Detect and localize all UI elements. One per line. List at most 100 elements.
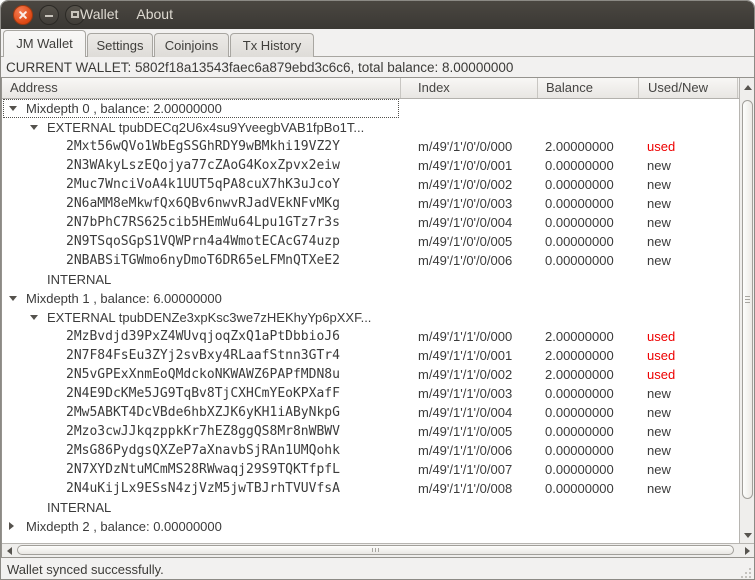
tab-bar: JM Wallet Settings Coinjoins Tx History — [1, 29, 754, 57]
tree-row[interactable]: Mixdepth 1 , balance: 6.00000000 — [2, 289, 739, 308]
address-cell: 2N3WAkyLszEQojya77cZAoG4KoxZpvx2eiw — [2, 156, 401, 175]
resize-grip[interactable] — [739, 566, 751, 578]
address-text: 2Mw5ABKT4DcVBde6hbXZJK6yKH1iAByNkpG — [66, 405, 340, 420]
vertical-scrollbar[interactable] — [739, 78, 754, 543]
index-cell: m/49'/1'/0'/0/001 — [418, 158, 513, 173]
wallet-window: Wallet About JM Wallet Settings Coinjoin… — [0, 0, 755, 580]
tab-settings[interactable]: Settings — [87, 33, 153, 57]
minimize-icon — [45, 15, 53, 17]
tree-row[interactable]: 2Mzo3cwJJkqzppkKr7hEZ8ggQS8Mr8nWBWV m/49'… — [2, 422, 739, 441]
minimize-button[interactable] — [39, 5, 59, 25]
used-new-cell: new — [647, 234, 671, 249]
tree-row[interactable]: 2N6aMM8eMkwfQx6QBv6nwvRJadVEkNFvMKg m/49'… — [2, 194, 739, 213]
expander-collapsed-icon[interactable] — [9, 522, 14, 530]
titlebar[interactable]: Wallet About — [1, 1, 754, 29]
address-text: 2NBABSiTGWmo6nyDmoT6DR65eLFMnQTXeE2 — [66, 253, 340, 268]
balance-cell: 2.00000000 — [545, 348, 614, 363]
address-cell: 2N7F84FsEu3ZYj2svBxy4RLaafStnn3GTr4 — [2, 346, 401, 365]
wallet-tree: Address Index Balance Used/New Mixdepth … — [1, 77, 754, 558]
horizontal-scrollbar-thumb[interactable] — [17, 545, 734, 555]
expander-expanded-icon[interactable] — [30, 315, 38, 320]
close-button[interactable] — [13, 5, 33, 25]
balance-cell — [538, 498, 639, 517]
column-header-address[interactable]: Address — [2, 78, 401, 98]
menubar: Wallet About — [71, 1, 182, 29]
menu-about[interactable]: About — [127, 1, 182, 29]
tree-row[interactable]: 2Muc7WnciVoA4k1UUT5qPA8cuX7hK3uJcoY m/49'… — [2, 175, 739, 194]
address-cell: 2MsG86PydgsQXZeP7aXnavbSjRAn1UMQohk — [2, 441, 401, 460]
index-cell: m/49'/1'/0'/0/004 — [418, 215, 513, 230]
address-text: 2Muc7WnciVoA4k1UUT5qPA8cuX7hK3uJcoY — [66, 177, 340, 192]
used-new-cell: new — [647, 253, 671, 268]
horizontal-scrollbar[interactable] — [2, 543, 754, 557]
status-message: Wallet synced successfully. — [7, 562, 164, 577]
index-cell: m/49'/1'/0'/0/006 — [418, 253, 513, 268]
address-cell: 2N4E9DcKMe5JG9TqBv8TjCXHCmYEoKPXafF — [2, 384, 401, 403]
address-cell: INTERNAL — [2, 498, 401, 517]
arrow-left-icon — [7, 547, 12, 555]
address-text: 2N6aMM8eMkwfQx6QBv6nwvRJadVEkNFvMKg — [66, 196, 340, 211]
index-cell — [401, 498, 538, 517]
expander-expanded-icon[interactable] — [30, 125, 38, 130]
used-new-cell — [639, 517, 738, 536]
index-cell: m/49'/1'/1'/0/004 — [418, 405, 513, 420]
tree-row[interactable]: 2MsG86PydgsQXZeP7aXnavbSjRAn1UMQohk m/49'… — [2, 441, 739, 460]
used-new-cell: used — [647, 348, 676, 363]
balance-cell: 0.00000000 — [545, 405, 614, 420]
tree-row[interactable]: 2N4uKijLx9ESsN4zjVzM5jwTBJrhTVUVfsA m/49'… — [2, 479, 739, 498]
balance-cell: 0.00000000 — [545, 462, 614, 477]
index-cell: m/49'/1'/1'/0/005 — [418, 424, 513, 439]
tab-coinjoins[interactable]: Coinjoins — [154, 33, 229, 57]
balance-cell: 0.00000000 — [545, 443, 614, 458]
tree-row[interactable]: 2N7bPhC7RS625cib5HEmWu64Lpu1GTz7r3s m/49'… — [2, 213, 739, 232]
address-text: 2N7bPhC7RS625cib5HEmWu64Lpu1GTz7r3s — [66, 215, 340, 230]
index-cell: m/49'/1'/0'/0/002 — [418, 177, 513, 192]
column-header-balance[interactable]: Balance — [538, 78, 639, 98]
tree-row[interactable]: 2N3WAkyLszEQojya77cZAoG4KoxZpvx2eiw m/49'… — [2, 156, 739, 175]
used-new-cell — [639, 99, 738, 118]
scroll-left-button[interactable] — [3, 544, 17, 557]
address-cell: Mixdepth 0 , balance: 2.00000000 — [2, 99, 401, 118]
address-text: 2N9TSqoSGpS1VQWPrn4a4WmotECAcG74uzp — [66, 234, 340, 249]
tree-row[interactable]: 2N7XYDzNtuMCmMS28RWwaqj29S9TQKTfpfL m/49'… — [2, 460, 739, 479]
tree-row[interactable]: 2N5vGPExXnmEoQMdckoNKWAWZ6PAPfMDN8u m/49'… — [2, 365, 739, 384]
tree-row[interactable]: 2N9TSqoSGpS1VQWPrn4a4WmotECAcG74uzp m/49'… — [2, 232, 739, 251]
scroll-down-button[interactable] — [740, 527, 754, 543]
address-text: 2N3WAkyLszEQojya77cZAoG4KoxZpvx2eiw — [66, 158, 340, 173]
index-cell: m/49'/1'/1'/0/003 — [418, 386, 513, 401]
tree-row[interactable]: 2N7F84FsEu3ZYj2svBxy4RLaafStnn3GTr4 m/49'… — [2, 346, 739, 365]
address-text: 2N4E9DcKMe5JG9TqBv8TjCXHCmYEoKPXafF — [66, 386, 340, 401]
mixdepth-label: Mixdepth 2 , balance: 0.00000000 — [26, 519, 222, 534]
tree-row[interactable]: 2MzBvdjd39PxZ4WUvqjoqZxQ1aPtDbbioJ6 m/49'… — [2, 327, 739, 346]
address-text: 2N5vGPExXnmEoQMdckoNKWAWZ6PAPfMDN8u — [66, 367, 340, 382]
vertical-scrollbar-thumb[interactable] — [742, 100, 753, 499]
used-new-cell — [639, 118, 738, 137]
address-cell: 2Muc7WnciVoA4k1UUT5qPA8cuX7hK3uJcoY — [2, 175, 401, 194]
tree-row[interactable]: EXTERNAL tpubDENZe3xpKsc3we7zHEKhyYp6pXX… — [2, 308, 739, 327]
expander-expanded-icon[interactable] — [9, 106, 17, 111]
menu-wallet[interactable]: Wallet — [71, 1, 127, 29]
tree-row[interactable]: 2Mxt56wQVo1WbEgSSGhRDY9wBMkhi19VZ2Y m/49'… — [2, 137, 739, 156]
tab-tx-history[interactable]: Tx History — [230, 33, 314, 57]
balance-cell: 0.00000000 — [545, 177, 614, 192]
column-header-used-new[interactable]: Used/New — [639, 78, 738, 98]
tree-row[interactable]: 2N4E9DcKMe5JG9TqBv8TjCXHCmYEoKPXafF m/49'… — [2, 384, 739, 403]
tab-jm-wallet[interactable]: JM Wallet — [3, 30, 86, 57]
index-cell: m/49'/1'/1'/0/008 — [418, 481, 513, 496]
scroll-up-button[interactable] — [740, 80, 754, 96]
scroll-right-button[interactable] — [740, 544, 754, 557]
current-wallet-banner: CURRENT WALLET: 5802f18a13543faec6a879eb… — [6, 60, 514, 75]
tree-row[interactable]: Mixdepth 0 , balance: 2.00000000 — [2, 99, 739, 118]
index-cell — [401, 99, 538, 118]
tree-row[interactable]: INTERNAL — [2, 270, 739, 289]
address-cell: 2N6aMM8eMkwfQx6QBv6nwvRJadVEkNFvMKg — [2, 194, 401, 213]
index-cell: m/49'/1'/1'/0/001 — [418, 348, 513, 363]
tree-row[interactable]: Mixdepth 2 , balance: 0.00000000 — [2, 517, 739, 536]
column-header-index[interactable]: Index — [401, 78, 538, 98]
tree-row[interactable]: 2NBABSiTGWmo6nyDmoT6DR65eLFMnQTXeE2 m/49'… — [2, 251, 739, 270]
tree-row[interactable]: 2Mw5ABKT4DcVBde6hbXZJK6yKH1iAByNkpG m/49'… — [2, 403, 739, 422]
tree-row[interactable]: INTERNAL — [2, 498, 739, 517]
used-new-cell — [639, 270, 738, 289]
tree-row[interactable]: EXTERNAL tpubDECq2U6x4su9YveegbVAB1fpBo1… — [2, 118, 739, 137]
expander-expanded-icon[interactable] — [9, 296, 17, 301]
